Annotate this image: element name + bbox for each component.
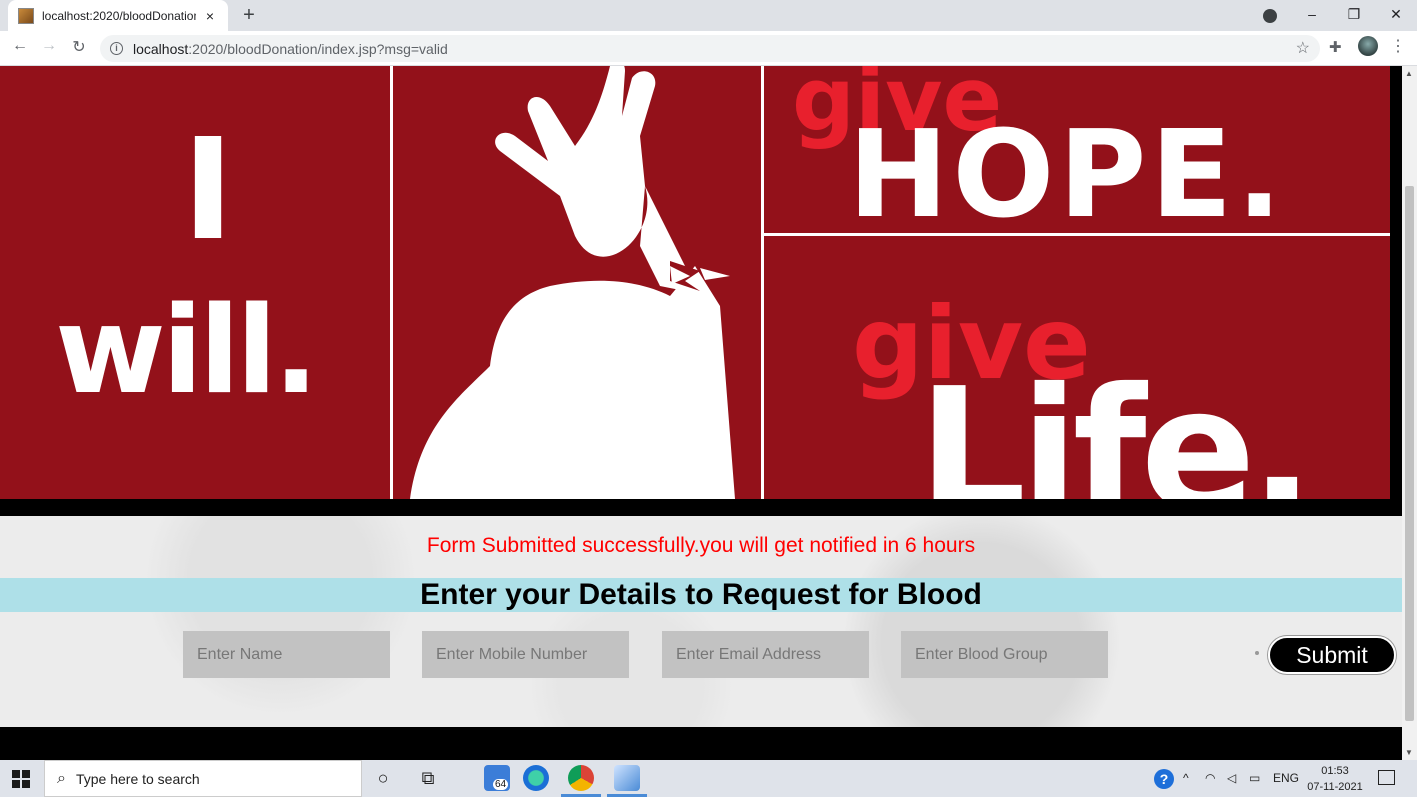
browser-tabstrip: localhost:2020/bloodDonation/index.jsp?m…	[0, 0, 1417, 31]
page-viewport: I will. give HOPE. give Life. Form Submi…	[0, 66, 1402, 760]
info-icon[interactable]: i	[110, 42, 123, 55]
profile-avatar[interactable]	[1358, 36, 1378, 56]
maximize-button[interactable]: ❐	[1333, 0, 1375, 31]
success-message: Form Submitted successfully.you will get…	[426, 534, 976, 557]
banner-text-hope: HOPE.	[848, 106, 1286, 245]
taskbar-search-text: Type here to search	[75, 770, 200, 787]
request-form-section: Form Submitted successfully.you will get…	[0, 516, 1402, 727]
network-icon[interactable]: ◠	[1205, 771, 1215, 785]
banner-text-life: Life.	[918, 352, 1314, 499]
page-scrollbar[interactable]: ▲ ▼	[1402, 66, 1417, 760]
scroll-thumb[interactable]	[1405, 186, 1414, 721]
windows-taskbar: ⌕ Type here to search ○ ⧉ 64 ? ^ ◠ ◁ ▭ E…	[0, 760, 1417, 797]
tab-title: localhost:2020/bloodDonation/index.jsp?m…	[42, 8, 196, 23]
blood-group-input[interactable]	[901, 631, 1108, 678]
taskbar-search-box[interactable]: ⌕ Type here to search	[44, 760, 362, 797]
taskbar-clock[interactable]: 01:53 07-11-2021	[1300, 763, 1370, 795]
tray-chevron-up-icon[interactable]: ^	[1183, 771, 1189, 785]
form-heading-bar: Enter your Details to Request for Blood	[0, 578, 1402, 612]
volume-icon[interactable]: ◁	[1227, 771, 1236, 785]
tab-search-icon[interactable]	[1263, 9, 1277, 23]
mobile-input[interactable]	[422, 631, 629, 678]
app-badge: 64	[493, 779, 509, 790]
separator-dot	[1255, 651, 1259, 655]
notification-icon[interactable]	[1378, 770, 1395, 785]
new-tab-button[interactable]: +	[238, 4, 260, 27]
banner-text-will: will.	[55, 282, 319, 421]
browser-toolbar: ← → ↻ i localhost:2020/bloodDonation/ind…	[0, 31, 1417, 66]
close-window-button[interactable]: ✕	[1375, 0, 1417, 31]
hero-banner: I will. give HOPE. give Life.	[0, 66, 1390, 499]
address-bar[interactable]: i localhost:2020/bloodDonation/index.jsp…	[100, 35, 1320, 62]
browser-tab[interactable]: localhost:2020/bloodDonation/index.jsp?m…	[8, 0, 228, 31]
reload-icon[interactable]: ↻	[68, 37, 90, 57]
battery-icon[interactable]: ▭	[1249, 771, 1260, 785]
chrome-browser-icon[interactable]	[568, 765, 594, 791]
task-view-icon[interactable]: ⧉	[416, 768, 440, 789]
scroll-down-arrow-icon[interactable]: ▼	[1405, 748, 1413, 757]
back-arrow-icon[interactable]: ←	[9, 37, 31, 55]
language-indicator[interactable]: ENG	[1273, 771, 1299, 785]
search-icon: ⌕	[57, 769, 66, 787]
submit-button[interactable]: Submit	[1268, 636, 1396, 674]
email-input[interactable]	[662, 631, 869, 678]
clock-date: 07-11-2021	[1307, 781, 1363, 793]
raised-hand-figure	[410, 66, 735, 499]
tab-close-icon[interactable]: ×	[202, 8, 218, 24]
scroll-up-arrow-icon[interactable]: ▲	[1405, 69, 1413, 78]
windows-start-icon[interactable]	[12, 770, 30, 788]
extensions-puzzle-icon[interactable]: ✚	[1329, 38, 1342, 56]
name-input[interactable]	[183, 631, 390, 678]
form-heading: Enter your Details to Request for Blood	[420, 578, 982, 611]
edge-browser-icon[interactable]	[523, 765, 549, 791]
bookmark-star-icon[interactable]: ☆	[1296, 38, 1310, 58]
forward-arrow-icon[interactable]: →	[38, 37, 60, 55]
cortana-icon[interactable]: ○	[371, 768, 395, 789]
window-controls: – ❐ ✕	[1291, 0, 1417, 31]
url-text: localhost:2020/bloodDonation/index.jsp?m…	[133, 40, 448, 57]
banner-text-i: I	[182, 109, 235, 272]
minimize-button[interactable]: –	[1291, 0, 1333, 31]
help-icon[interactable]: ?	[1154, 769, 1174, 789]
favicon-icon	[18, 7, 34, 24]
browser-menu-icon[interactable]: ⋮	[1390, 36, 1406, 56]
app-cube-icon[interactable]	[614, 765, 640, 791]
clock-time: 01:53	[1321, 765, 1349, 777]
